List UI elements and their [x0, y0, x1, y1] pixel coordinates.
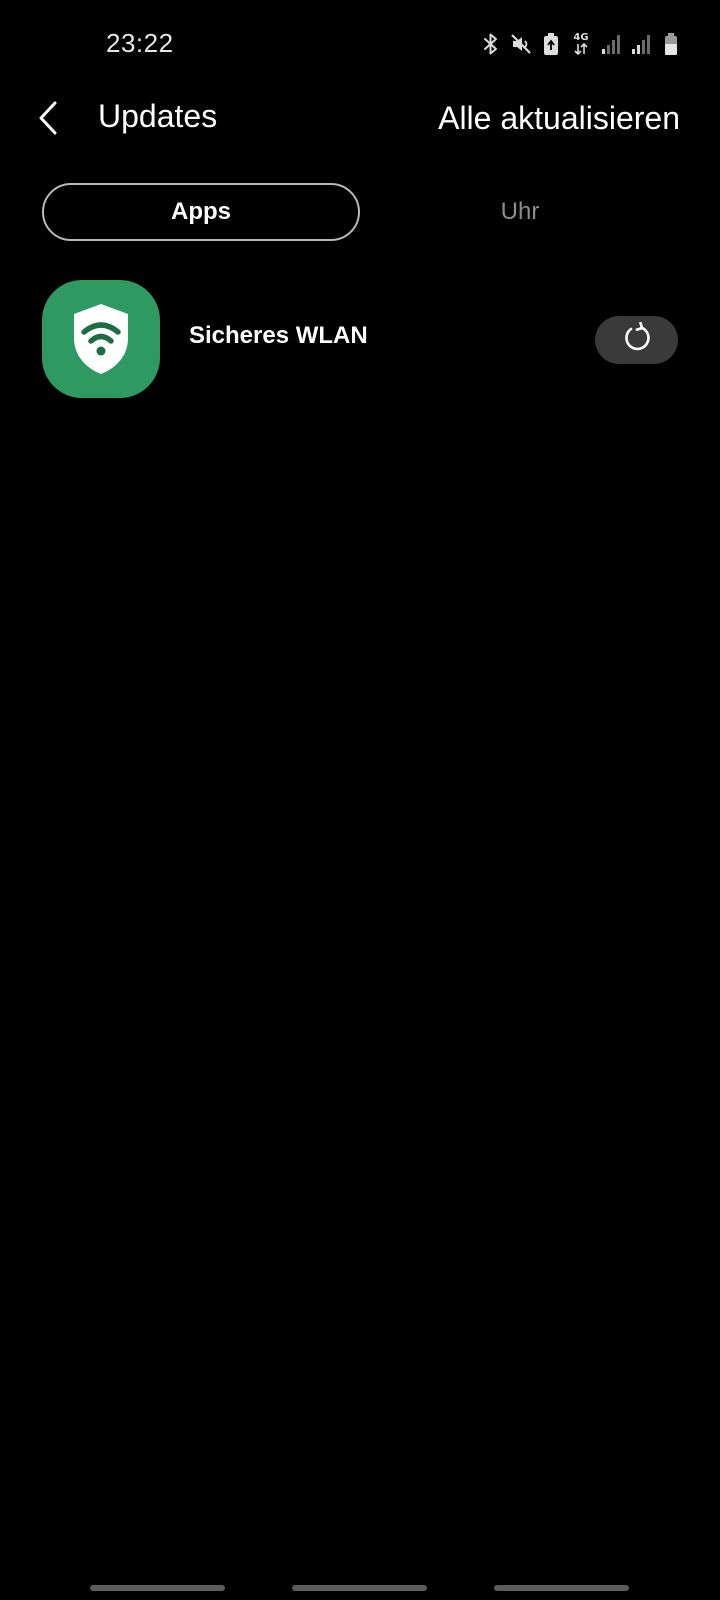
list-item[interactable]: Sicheres WLAN	[0, 278, 720, 402]
status-time: 23:22	[106, 28, 174, 58]
update-all-button[interactable]: Alle aktualisieren	[438, 98, 680, 138]
mute-icon	[510, 32, 532, 56]
chevron-left-icon	[37, 100, 59, 141]
tab-bar: Apps Uhr	[42, 183, 678, 245]
mobile-data-icon: 4G	[570, 32, 592, 56]
back-nav-button[interactable]	[494, 1585, 629, 1591]
battery-icon	[660, 32, 682, 56]
update-refresh-icon	[621, 321, 653, 359]
signal-icon	[600, 32, 622, 56]
update-app-button[interactable]	[595, 316, 678, 364]
page-title: Updates	[98, 98, 218, 134]
battery-saver-icon	[540, 32, 562, 56]
navigation-bar	[0, 1570, 720, 1600]
tab-apps[interactable]: Apps	[42, 183, 360, 241]
tab-uhr[interactable]: Uhr	[362, 183, 678, 241]
status-icons: 4G	[480, 30, 682, 58]
header: Updates Alle aktualisieren	[0, 90, 720, 180]
secure-wifi-shield-icon	[42, 280, 160, 398]
status-bar: 23:22 4G	[0, 0, 720, 90]
back-button[interactable]	[30, 96, 66, 144]
bluetooth-icon	[480, 32, 502, 56]
app-name: Sicheres WLAN	[189, 322, 368, 349]
recents-nav-button[interactable]	[90, 1585, 225, 1591]
network-type-label: 4G	[573, 32, 589, 43]
signal-icon-2	[630, 32, 652, 56]
home-nav-button[interactable]	[292, 1585, 427, 1591]
